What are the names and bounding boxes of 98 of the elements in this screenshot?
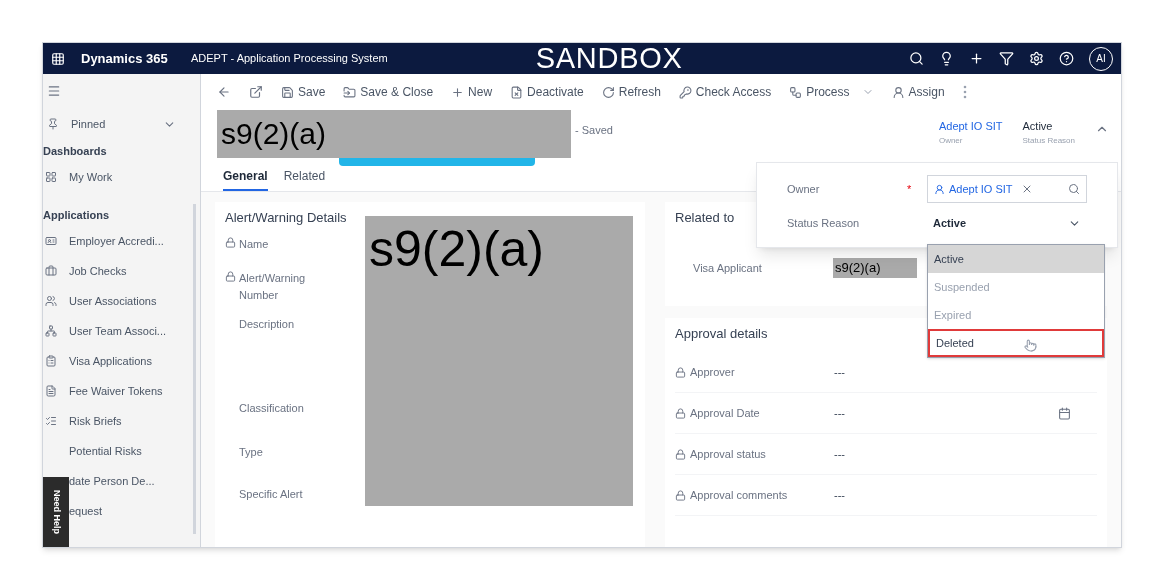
- lock-icon: [675, 448, 686, 460]
- toolbar-button[interactable]: Check Access: [670, 83, 780, 101]
- help-icon[interactable]: [1059, 51, 1074, 66]
- need-help-badge[interactable]: Need Help: [43, 477, 69, 547]
- saved-status: - Saved: [575, 123, 613, 138]
- field-value: ---: [834, 446, 845, 462]
- nav-item[interactable]: Employer Accredi...: [69, 232, 164, 250]
- field-label: Alert/Warning Number: [239, 271, 307, 303]
- field-label: Owner: [787, 181, 821, 197]
- field-label: Approval comments: [690, 487, 789, 503]
- field-value: ---: [834, 487, 845, 503]
- field-value: ---: [834, 405, 845, 421]
- nav-item[interactable]: date Person De...: [69, 472, 155, 490]
- document-icon: [510, 85, 524, 99]
- search-icon[interactable]: [909, 51, 924, 66]
- field-label: Visa Applicant: [693, 260, 763, 276]
- toolbar-button[interactable]: Assign: [883, 83, 953, 101]
- nav-item[interactable]: equest: [69, 502, 103, 520]
- key-icon: [678, 85, 692, 99]
- waffle-icon: [51, 51, 65, 66]
- grid-icon: [45, 171, 57, 183]
- status-value: Active: [1022, 119, 1054, 134]
- status-label: Status Reason: [1022, 134, 1075, 147]
- owner-lookup-field[interactable]: Adept IO SIT: [927, 175, 1087, 203]
- redaction-block: s9(2)(a): [833, 258, 917, 278]
- nav-item[interactable]: User Associations: [69, 292, 157, 310]
- field-label: Approval status: [690, 446, 767, 462]
- person-icon: [934, 183, 945, 195]
- lock-icon: [225, 237, 236, 248]
- person-icon: [891, 85, 905, 99]
- settings-icon[interactable]: [1029, 51, 1044, 66]
- field-label: Classification: [239, 401, 305, 416]
- dropdown-option[interactable]: Deleted: [928, 329, 1104, 357]
- lookup-value[interactable]: Adept IO SIT: [949, 180, 1013, 198]
- nav-item[interactable]: Fee Waiver Tokens: [69, 382, 163, 400]
- toolbar-button[interactable]: Refresh: [593, 83, 669, 101]
- nav-item[interactable]: Job Checks: [69, 262, 127, 280]
- field-label: Approver: [690, 364, 736, 380]
- field-label: Status Reason: [787, 215, 861, 231]
- document-icon: [45, 385, 57, 397]
- menu-icon: [47, 84, 61, 98]
- hierarchy-icon: [45, 325, 57, 337]
- toolbar-button[interactable]: Process: [781, 83, 882, 101]
- nav-item[interactable]: User Team Associ...: [69, 322, 166, 340]
- lock-icon: [675, 366, 686, 378]
- toolbar-button[interactable]: New: [443, 83, 501, 101]
- people-icon: [45, 295, 57, 307]
- app-title: ADEPT - Application Processing System: [191, 51, 388, 67]
- save-icon: [281, 85, 294, 99]
- field-label: Name: [239, 237, 270, 252]
- redaction-block: s9(2)(a): [365, 216, 633, 506]
- environment-label: SANDBOX: [535, 44, 683, 73]
- briefcase-icon: [45, 265, 57, 277]
- owner-value[interactable]: Adept IO SIT: [938, 118, 1003, 135]
- lightbulb-icon[interactable]: [939, 51, 954, 66]
- sidebar-group-title: Applications: [43, 207, 109, 223]
- nav-item[interactable]: Visa Applications: [69, 352, 152, 370]
- hand-cursor-icon: [1024, 339, 1037, 352]
- field-value: ---: [834, 364, 845, 380]
- pin-icon: [47, 118, 59, 130]
- clipboard-icon: [45, 355, 57, 367]
- lock-icon: [675, 489, 686, 501]
- save-close-icon: [343, 85, 357, 99]
- plus-icon: [451, 85, 465, 99]
- redaction-block: s9(2)(a): [217, 110, 571, 158]
- field-label: Specific Alert: [239, 487, 304, 502]
- required-mark: *: [907, 181, 913, 197]
- refresh-icon: [601, 85, 615, 99]
- section-title: Alert/Warning Details: [225, 209, 347, 227]
- lock-icon: [675, 407, 686, 419]
- lock-icon: [225, 271, 236, 282]
- app-name: Dynamics 365: [81, 49, 169, 68]
- field-label: Type: [239, 445, 264, 460]
- owner-label: Owner: [938, 134, 964, 147]
- section-title: Approval details: [675, 325, 768, 343]
- pinned-label[interactable]: Pinned: [71, 115, 106, 133]
- list-icon: [45, 415, 57, 427]
- popout-icon: [249, 85, 263, 99]
- status-dropdown[interactable]: Active: [927, 214, 1087, 232]
- card-icon: [45, 235, 57, 247]
- toolbar-button[interactable]: Save & Close: [335, 83, 442, 101]
- field-label: Approval Date: [690, 405, 761, 421]
- toolbar-button[interactable]: Deactivate: [502, 83, 592, 101]
- nav-item[interactable]: Risk Briefs: [69, 412, 122, 430]
- filter-icon[interactable]: [999, 51, 1014, 66]
- dropdown-option[interactable]: Active: [928, 245, 1104, 273]
- more-icon: [962, 85, 967, 99]
- flow-icon: [789, 85, 803, 99]
- calendar-icon[interactable]: [1058, 406, 1071, 420]
- field-label: Description: [239, 317, 296, 332]
- section-title: Related to: [675, 209, 735, 227]
- form-tab[interactable]: Related: [283, 167, 326, 191]
- nav-item[interactable]: My Work: [69, 168, 113, 186]
- nav-item[interactable]: Potential Risks: [69, 442, 142, 460]
- sidebar-group-title: Dashboards: [43, 143, 107, 159]
- plus-icon[interactable]: [969, 51, 984, 66]
- toolbar-button[interactable]: Save: [273, 83, 334, 101]
- back-arrow-icon: [217, 85, 231, 99]
